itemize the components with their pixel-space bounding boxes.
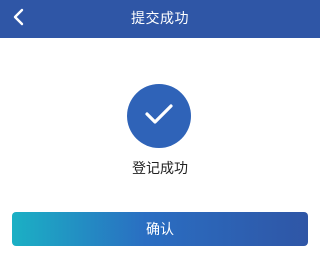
checkmark-icon	[141, 99, 177, 133]
success-badge	[127, 84, 191, 148]
top-bar: 提交成功	[0, 0, 320, 38]
confirm-button[interactable]: 确认	[12, 212, 308, 246]
page-title: 提交成功	[131, 11, 189, 27]
success-message: 登记成功	[132, 161, 188, 177]
